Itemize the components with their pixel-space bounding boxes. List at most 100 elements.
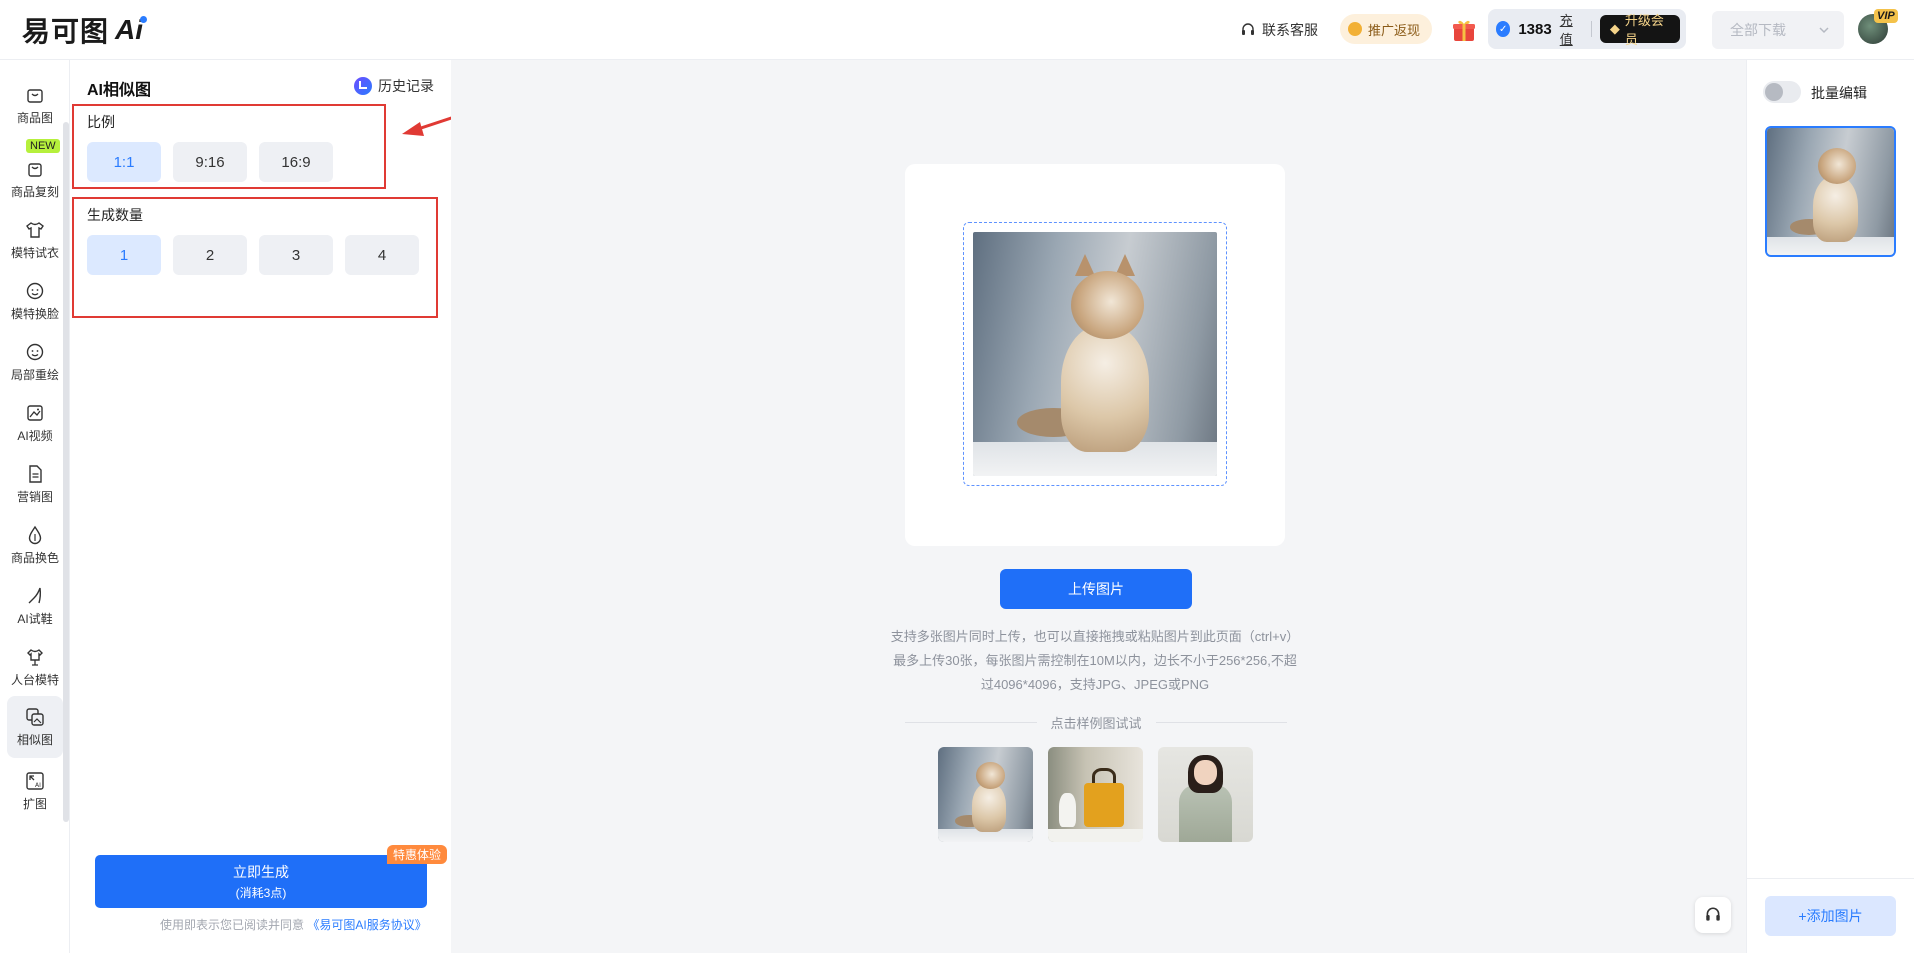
new-badge: NEW	[26, 139, 60, 153]
mannequin-icon	[27, 648, 43, 666]
top-bar: 易可图 Ai 联系客服 推广返现 ✓ 1383 充值 ◆ 升级会员 全部下载 V…	[0, 0, 1914, 60]
uploaded-image-cat	[973, 232, 1217, 476]
shirt-icon	[26, 221, 44, 238]
generate-label: 立即生成	[233, 864, 289, 880]
shoe-icon	[28, 587, 42, 603]
upload-card	[905, 164, 1285, 546]
nav-label: 局部重绘	[10, 367, 59, 382]
batch-edit-label: 批量编辑	[1811, 85, 1867, 101]
image-dropzone[interactable]	[963, 222, 1227, 486]
promo-label: 推广返现	[1368, 22, 1421, 38]
nav-label: 模特换脸	[10, 306, 59, 321]
ratio-option-1-1[interactable]: 1:1	[87, 142, 161, 182]
sample-images	[938, 747, 1253, 842]
hint-line: 支持多张图片同时上传，也可以直接拖拽或粘贴图片到此页面（ctrl+v）	[890, 629, 1300, 644]
left-navigation: 商品图 商品复刻 模特试衣 模特换脸 局部重绘 AI视频 营销图 商品换色 AI…	[0, 60, 70, 953]
bag-icon	[27, 88, 43, 103]
logo-text: 易可图	[22, 15, 110, 48]
customer-service-float-button[interactable]	[1695, 897, 1731, 933]
download-all-button[interactable]: 全部下载	[1712, 11, 1844, 49]
divider	[1747, 878, 1914, 879]
svg-text:AI: AI	[35, 782, 41, 789]
similar-image-icon	[26, 707, 44, 726]
chevron-down-icon	[1819, 27, 1829, 34]
face-icon	[26, 282, 44, 299]
support-label: 联系客服	[1262, 22, 1318, 38]
generate-button[interactable]: 立即生成 (消耗3点)	[95, 855, 427, 908]
sample-image-handbag[interactable]	[1048, 747, 1143, 842]
upgrade-membership-button[interactable]: ◆ 升级会员	[1599, 13, 1680, 47]
credits-box: ✓ 1383 充值 ◆ 升级会员	[1488, 9, 1686, 49]
nav-item-product-image[interactable]: 商品图	[0, 74, 70, 136]
video-icon	[27, 404, 43, 421]
nav-item-marketing-image[interactable]: 营销图	[0, 453, 70, 515]
nav-label: 商品换色	[10, 550, 59, 565]
count-option-1[interactable]: 1	[87, 235, 161, 275]
right-panel: 批量编辑 +添加图片	[1746, 60, 1914, 953]
nav-item-face-swap[interactable]: 模特换脸	[0, 270, 70, 332]
nav-label: 营销图	[16, 489, 53, 504]
nav-item-ai-video[interactable]: AI视频	[0, 392, 70, 454]
credit-balance: 1383	[1518, 20, 1552, 38]
nav-item-expand-image[interactable]: AI 扩图	[0, 760, 70, 822]
clock-icon	[354, 77, 372, 95]
gift-icon	[1453, 20, 1475, 41]
download-label: 全部下载	[1730, 22, 1786, 38]
sample-image-woman[interactable]	[1158, 747, 1253, 842]
promo-cashback-button[interactable]: 推广返现	[1340, 14, 1433, 44]
customer-support-button[interactable]: 联系客服	[1240, 0, 1318, 60]
drop-icon	[28, 525, 42, 544]
special-offer-tag: 特惠体验	[387, 845, 448, 864]
agreement-link[interactable]: 《易可图AI服务协议》	[307, 918, 426, 932]
count-option-4[interactable]: 4	[345, 235, 419, 275]
count-option-2[interactable]: 2	[173, 235, 247, 275]
ratio-option-9-16[interactable]: 9:16	[173, 142, 247, 182]
nav-item-partial-redraw[interactable]: 局部重绘	[0, 331, 70, 393]
ratio-option-16-9[interactable]: 16:9	[259, 142, 333, 182]
batch-edit-toggle[interactable]	[1763, 81, 1801, 103]
expand-icon: AI	[26, 771, 44, 790]
history-button[interactable]: 历史记录	[354, 76, 434, 96]
samples-label: 点击样例图试试	[1050, 716, 1142, 731]
divider	[1591, 21, 1592, 37]
count-option-3[interactable]: 3	[259, 235, 333, 275]
copy-bag-icon	[28, 162, 42, 177]
app-logo[interactable]: 易可图 Ai	[22, 13, 148, 48]
nav-label: AI试鞋	[17, 611, 53, 626]
hint-line: 过4096*4096，支持JPG、JPEG或PNG	[980, 677, 1210, 692]
nav-item-similar-image[interactable]: 相似图	[7, 696, 63, 758]
upgrade-label: 升级会员	[1624, 13, 1664, 47]
headset-icon	[1706, 907, 1720, 921]
nav-item-ai-shoe-tryon[interactable]: AI试鞋	[0, 575, 70, 637]
add-image-button[interactable]: +添加图片	[1765, 896, 1896, 936]
nav-item-mannequin[interactable]: 人台模特	[0, 636, 70, 698]
hint-line: 最多上传30张，每张图片需控制在10M以内，边长不小于256*256,不超	[893, 653, 1297, 668]
samples-divider: 点击样例图试试	[905, 713, 1288, 732]
coin-icon	[1348, 22, 1362, 36]
panel-title: AI相似图	[87, 82, 152, 99]
upload-image-button[interactable]: 上传图片	[1000, 569, 1192, 609]
nav-label: 人台模特	[10, 672, 59, 687]
nav-label: 扩图	[22, 796, 47, 811]
recharge-link[interactable]: 充值	[1560, 10, 1583, 48]
nav-label: 商品图	[16, 110, 53, 125]
logo-ai-text: Ai	[115, 14, 144, 45]
selected-image-thumbnail[interactable]	[1765, 126, 1896, 257]
nav-item-product-recolor[interactable]: 商品换色	[0, 514, 70, 576]
gift-button[interactable]	[1450, 16, 1478, 44]
face-edit-icon	[26, 343, 44, 360]
logo-ai: Ai	[115, 14, 148, 46]
nav-item-model-tryon[interactable]: 模特试衣	[0, 209, 70, 271]
sample-image-cat[interactable]	[938, 747, 1033, 842]
count-label: 生成数量	[87, 207, 143, 223]
headset-icon	[1242, 23, 1254, 35]
diamond-icon: ◆	[1609, 21, 1620, 36]
nav-label: 相似图	[16, 732, 53, 747]
document-icon	[29, 464, 42, 483]
upload-hint: 支持多张图片同时上传，也可以直接拖拽或粘贴图片到此页面（ctrl+v） 最多上传…	[860, 625, 1330, 697]
agreement-prefix: 使用即表示您已阅读并同意	[160, 918, 305, 932]
nav-label: 商品复刻	[10, 184, 59, 199]
vip-badge: VIP	[1874, 9, 1898, 23]
settings-panel: AI相似图 历史记录 比例 1:1 9:16 16:9 生成数量 1 2 3 4…	[70, 60, 451, 953]
nav-item-product-replicate[interactable]: 商品复刻	[0, 148, 70, 210]
